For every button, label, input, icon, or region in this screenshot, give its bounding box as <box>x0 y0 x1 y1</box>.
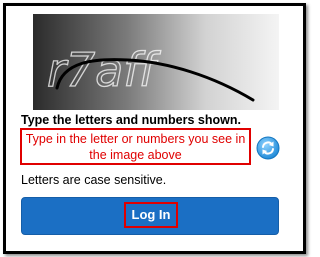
refresh-icon <box>256 136 280 160</box>
captcha-graphic: r7aff <box>46 42 255 102</box>
captcha-instruction: Type the letters and numbers shown. <box>21 113 241 127</box>
captcha-text: r7aff <box>47 43 161 97</box>
login-button-label: Log In <box>124 202 178 228</box>
captcha-image: r7aff <box>33 14 279 110</box>
annotation-callout: Type in the letter or numbers you see in… <box>20 128 251 165</box>
case-sensitive-note: Letters are case sensitive. <box>21 173 167 187</box>
login-button[interactable]: Log In <box>21 197 279 235</box>
refresh-captcha-button[interactable] <box>256 136 280 160</box>
login-panel: r7aff Type the letters and numbers shown… <box>3 3 306 254</box>
